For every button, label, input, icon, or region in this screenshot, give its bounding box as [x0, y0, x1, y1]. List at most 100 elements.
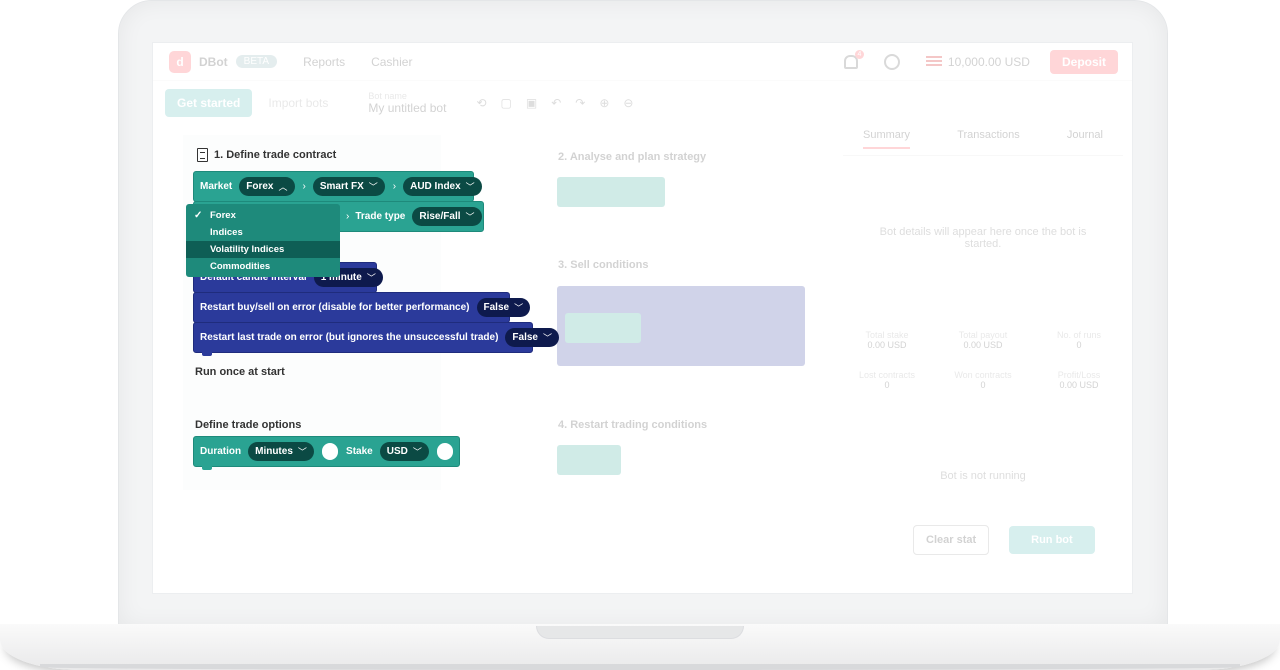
run-bot-button[interactable]: Run bot — [1009, 526, 1095, 554]
market-block[interactable]: Market Forex ︿ › Smart FX ﹀ › AUD Index ﹀ — [193, 171, 482, 205]
restart-on-error-label: Restart buy/sell on error (disable for b… — [200, 302, 470, 313]
restart-last-trade-block[interactable]: Restart last trade on error (but ignores… — [193, 322, 559, 356]
workspace-toolbar: Get started Import bots Bot name My untit… — [165, 87, 765, 119]
toolbar-icons: ⟲ ▢ ▣ ↶ ↷ ⊕ ⊖ — [476, 96, 633, 110]
laptop-shadow — [40, 664, 1240, 670]
open-icon[interactable]: ▢ — [501, 96, 512, 110]
balance-value: 10,000.00 USD — [947, 54, 1030, 69]
currency-value: USD — [386, 446, 408, 457]
stat-won: Won contracts 0 — [954, 370, 1012, 390]
deposit-button[interactable]: Deposit — [1049, 49, 1118, 74]
beta-badge: BETA — [235, 55, 278, 68]
laptop-notch — [536, 626, 744, 639]
run-panel-tabs: Summary Transactions Journal — [843, 123, 1123, 156]
nav-cashier[interactable]: Cashier — [371, 55, 412, 69]
tab-journal[interactable]: Journal — [1067, 129, 1103, 149]
dropdown-item-label: Volatility Indices — [210, 244, 285, 255]
get-started-button[interactable]: Get started — [165, 89, 253, 117]
dropdown-item-volatility-indices[interactable]: Volatility Indices — [186, 241, 340, 258]
chevron-down-icon: ﹀ — [366, 273, 376, 283]
run-block[interactable] — [557, 177, 665, 207]
stake-label: Stake — [346, 446, 373, 457]
market-select[interactable]: Forex ︿ — [239, 177, 295, 196]
duration-input[interactable] — [321, 443, 339, 460]
trade-again-block[interactable] — [557, 445, 621, 475]
trade-type-value: Rise/Fall — [419, 211, 461, 222]
reset-icon[interactable]: ⟲ — [476, 96, 486, 110]
restart-on-error-block[interactable]: Restart buy/sell on error (disable for b… — [193, 292, 531, 326]
bot-status: Bot is not running — [940, 470, 1026, 482]
checkmark-icon: ✓ — [194, 210, 203, 221]
nav-cashier-label: Cashier — [371, 54, 413, 69]
section-sell-title: 3. Sell conditions — [558, 259, 649, 271]
import-button[interactable]: Import bots — [268, 96, 328, 110]
tab-transactions[interactable]: Transactions — [957, 129, 1020, 149]
restart-on-error-select[interactable]: False ﹀ — [476, 298, 531, 317]
run-panel-actions: Clear stat Run bot — [913, 525, 1095, 555]
stake-input[interactable] — [436, 443, 453, 460]
brand-name: DBot — [199, 54, 228, 69]
define-trade-options-title: Define trade options — [195, 419, 302, 431]
chevron-down-icon: ﹀ — [368, 182, 378, 192]
duration-unit-value: Minutes — [255, 446, 293, 457]
symbol-value: AUD Index — [410, 181, 461, 192]
stat-lost: Lost contracts 0 — [858, 370, 916, 390]
nav-reports-label: Reports — [303, 54, 346, 69]
dropdown-item-label: Indices — [210, 227, 243, 238]
restart-last-trade-select[interactable]: False ﹀ — [505, 328, 559, 347]
account-icon[interactable] — [883, 53, 900, 70]
tab-summary[interactable]: Summary — [863, 129, 911, 149]
bot-name-field[interactable]: Bot name My untitled bot — [368, 91, 446, 115]
define-trade-contract-label: 1. Define trade contract — [214, 149, 337, 161]
bot-name-value: My untitled bot — [368, 101, 447, 115]
sell-at-market-block[interactable] — [565, 313, 641, 343]
chevron-down-icon: ﹀ — [465, 212, 475, 222]
bot-name-label: Bot name — [368, 91, 407, 101]
chevron-right-icon: › — [392, 181, 397, 192]
account-balance[interactable]: 10,000.00 USD — [925, 54, 1030, 69]
restart-on-error-value: False — [483, 302, 510, 313]
market-dropdown: ✓ Forex Indices Volatility Indices Commod… — [186, 204, 340, 277]
restart-last-trade-label: Restart last trade on error (but ignores… — [200, 332, 499, 343]
notification-bell-icon[interactable]: 4 — [843, 49, 864, 69]
redo-icon[interactable]: ↷ — [575, 96, 585, 110]
document-icon — [197, 148, 208, 162]
notification-count: 4 — [854, 49, 864, 59]
chevron-right-icon: › — [346, 211, 350, 222]
trade-options-block[interactable]: Duration Minutes ﹀ Stake USD ﹀ — [193, 436, 460, 470]
chevron-right-icon: › — [302, 181, 306, 192]
stat-total-payout: Total payout 0.00 USD — [958, 330, 1008, 350]
nav-reports[interactable]: Reports — [303, 55, 345, 69]
dropdown-item-forex[interactable]: ✓ Forex — [186, 207, 340, 224]
dropdown-item-label: Forex — [210, 210, 236, 221]
submarket-select[interactable]: Smart FX ﹀ — [312, 177, 385, 196]
define-trade-contract-title: 1. Define trade contract — [197, 148, 336, 162]
stats-grid: Total stake 0.00 USD Total payout 0.00 USD… — [843, 330, 1123, 390]
dropdown-item-indices[interactable]: Indices — [186, 224, 340, 241]
chevron-down-icon: ﹀ — [542, 333, 552, 343]
section-restart-title: 4. Restart trading conditions — [558, 419, 708, 431]
chevron-down-icon: ﹀ — [514, 303, 524, 313]
chevron-down-icon: ﹀ — [297, 447, 307, 457]
save-icon[interactable]: ▣ — [526, 96, 537, 110]
submarket-value: Smart FX — [319, 181, 364, 192]
symbol-select[interactable]: AUD Index ﹀ — [403, 177, 482, 196]
zoom-in-icon[interactable]: ⊕ — [599, 96, 609, 110]
currency-select[interactable]: USD ﹀ — [379, 442, 429, 461]
summary-info: Bot details will appear here once the bo… — [879, 226, 1087, 250]
top-bar: d DBot BETA Reports Cashier 4 10,000.00 … — [153, 43, 1132, 81]
clear-stat-button[interactable]: Clear stat — [913, 525, 990, 555]
chevron-down-icon: ﹀ — [412, 447, 422, 457]
market-label: Market — [200, 181, 233, 192]
zoom-out-icon[interactable]: ⊖ — [623, 96, 633, 110]
market-value: Forex — [246, 181, 274, 192]
dropdown-item-commodities[interactable]: Commodities — [186, 258, 340, 275]
duration-unit-select[interactable]: Minutes ﹀ — [248, 442, 314, 461]
section-analyse-title: 2. Analyse and plan strategy — [558, 151, 707, 163]
undo-icon[interactable]: ↶ — [551, 96, 561, 110]
trade-type-select[interactable]: Rise/Fall ﹀ — [412, 207, 482, 226]
trade-type-label: Trade type — [355, 211, 406, 222]
run-once-title: Run once at start — [195, 366, 285, 378]
brand-logo-icon[interactable]: d — [169, 50, 191, 73]
stat-total-stake: Total stake 0.00 USD — [865, 330, 909, 350]
